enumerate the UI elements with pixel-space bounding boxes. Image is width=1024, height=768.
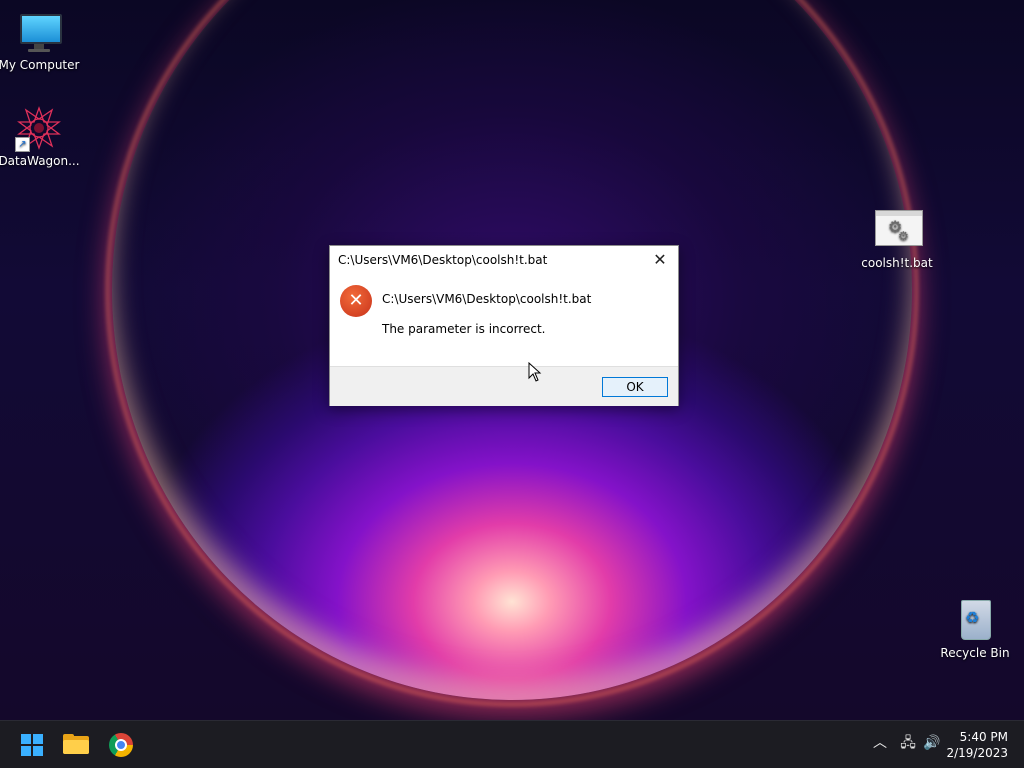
shortcut-arrow-icon: ↗ bbox=[15, 137, 30, 152]
network-icon[interactable]: 🖧 bbox=[898, 735, 918, 753]
file-explorer-button[interactable] bbox=[57, 725, 97, 765]
show-hidden-icons-chevron-icon[interactable]: ︿ bbox=[870, 735, 890, 753]
taskbar: ︿ 🖧 🔊 5:40 PM 2/19/2023 bbox=[0, 720, 1024, 768]
batch-file-icon: ⚙ ⚙ bbox=[875, 208, 923, 252]
desktop-icon-coolshit-bat[interactable]: ⚙ ⚙ coolsh!t.bat bbox=[854, 208, 940, 271]
dialog-title: C:\Users\VM6\Desktop\coolsh!t.bat bbox=[338, 253, 548, 267]
chrome-icon bbox=[109, 733, 133, 757]
dialog-path-text: C:\Users\VM6\Desktop\coolsh!t.bat bbox=[382, 292, 592, 306]
desktop-icon-label: DataWagon... bbox=[0, 154, 80, 168]
volume-icon[interactable]: 🔊 bbox=[922, 735, 942, 753]
ok-button[interactable]: OK bbox=[602, 377, 668, 397]
clock-time: 5:40 PM bbox=[959, 730, 1008, 744]
desktop-icon-label: My Computer bbox=[0, 58, 80, 72]
chrome-button[interactable] bbox=[101, 725, 141, 765]
computer-icon bbox=[17, 10, 62, 54]
clock[interactable]: 5:40 PM 2/19/2023 bbox=[946, 729, 1008, 761]
error-icon: ✕ bbox=[340, 285, 372, 317]
datawagon-shortcut-icon: ↗ bbox=[15, 106, 61, 152]
folder-icon bbox=[63, 734, 89, 754]
start-button[interactable] bbox=[12, 725, 52, 765]
desktop-icon-my-computer[interactable]: My Computer bbox=[0, 10, 82, 73]
clock-date: 2/19/2023 bbox=[946, 746, 1008, 760]
mouse-cursor-icon bbox=[528, 362, 542, 382]
windows-logo-icon bbox=[21, 734, 43, 756]
recycle-bin-icon: ♻ bbox=[953, 598, 997, 642]
close-icon[interactable]: ✕ bbox=[650, 250, 670, 270]
error-dialog: C:\Users\VM6\Desktop\coolsh!t.bat ✕ ✕ C:… bbox=[329, 245, 679, 406]
desktop-icon-datawagon[interactable]: ↗ DataWagon... bbox=[0, 106, 82, 169]
dialog-footer: OK bbox=[330, 366, 678, 406]
desktop-icon-label: Recycle Bin bbox=[940, 646, 1010, 660]
desktop-icon-recycle-bin[interactable]: ♻ Recycle Bin bbox=[932, 598, 1018, 661]
dialog-message: The parameter is incorrect. bbox=[382, 322, 546, 336]
desktop-icon-label: coolsh!t.bat bbox=[861, 256, 933, 270]
